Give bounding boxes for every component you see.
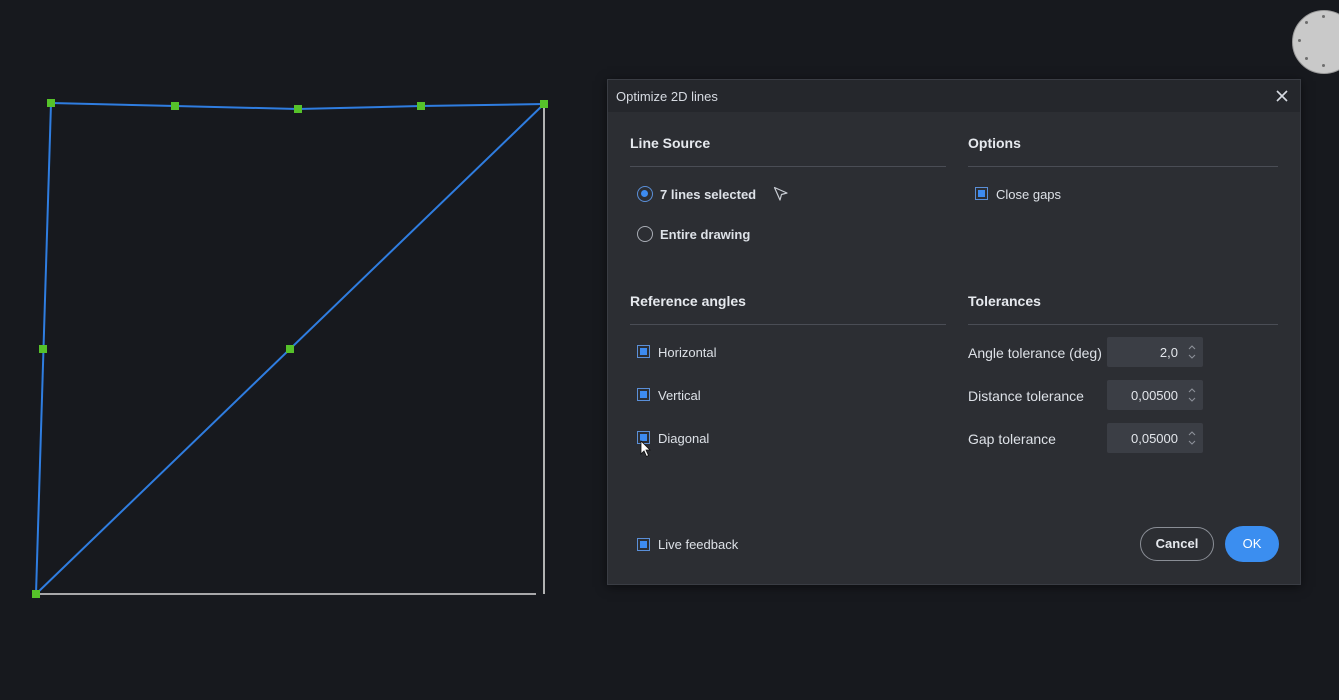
distance-tolerance-label: Distance tolerance <box>968 388 1084 404</box>
grip <box>39 345 47 353</box>
divider <box>968 166 1278 167</box>
spin-arrows-icon[interactable] <box>1187 428 1197 448</box>
vertical-label[interactable]: Vertical <box>658 388 701 403</box>
close-icon[interactable] <box>1272 86 1292 106</box>
options-heading: Options <box>968 135 1021 151</box>
line-source-heading: Line Source <box>630 135 711 151</box>
spin-arrows-icon[interactable] <box>1187 385 1197 405</box>
gap-tolerance-label: Gap tolerance <box>968 431 1056 447</box>
distance-tolerance-value: 0,00500 <box>1131 388 1178 403</box>
close-gaps-label[interactable]: Close gaps <box>996 187 1061 202</box>
grip <box>32 590 40 598</box>
cancel-button[interactable]: Cancel <box>1140 527 1214 561</box>
ok-button[interactable]: OK <box>1225 526 1279 562</box>
angle-tolerance-label: Angle tolerance (deg) <box>968 345 1102 361</box>
radio-entire-drawing[interactable] <box>637 226 653 242</box>
dialog-title: Optimize 2D lines <box>616 89 718 104</box>
radio-lines-selected-label[interactable]: 7 lines selected <box>660 187 756 202</box>
live-feedback-checkbox[interactable] <box>637 538 650 551</box>
optimize-2d-lines-dialog: Optimize 2D lines Line Source 7 lines se… <box>607 79 1301 585</box>
angle-tolerance-value: 2,0 <box>1159 345 1178 360</box>
grip <box>286 345 294 353</box>
spin-arrows-icon[interactable] <box>1187 342 1197 362</box>
gap-tolerance-input[interactable]: 0,05000 <box>1107 423 1203 453</box>
horizontal-checkbox[interactable] <box>637 345 650 358</box>
divider <box>630 324 946 325</box>
radio-lines-selected[interactable] <box>637 186 653 202</box>
mouse-cursor-icon <box>640 440 652 463</box>
distance-tolerance-input[interactable]: 0,00500 <box>1107 380 1203 410</box>
grip <box>47 99 55 107</box>
select-pointer-icon[interactable] <box>773 186 789 207</box>
angle-tolerance-input[interactable]: 2,0 <box>1107 337 1203 367</box>
vertical-checkbox[interactable] <box>637 388 650 401</box>
radio-entire-drawing-label[interactable]: Entire drawing <box>660 227 750 242</box>
grip <box>294 105 302 113</box>
tolerances-heading: Tolerances <box>968 293 1041 309</box>
grip <box>171 102 179 110</box>
diagonal-label[interactable]: Diagonal <box>658 431 709 446</box>
divider <box>968 324 1278 325</box>
horizontal-label[interactable]: Horizontal <box>658 345 717 360</box>
live-feedback-label[interactable]: Live feedback <box>658 537 738 552</box>
close-gaps-checkbox[interactable] <box>975 187 988 200</box>
reference-angles-heading: Reference angles <box>630 293 746 309</box>
dialog-titlebar[interactable]: Optimize 2D lines <box>608 80 1300 112</box>
grip <box>417 102 425 110</box>
gap-tolerance-value: 0,05000 <box>1131 431 1178 446</box>
grip <box>540 100 548 108</box>
divider <box>630 166 946 167</box>
